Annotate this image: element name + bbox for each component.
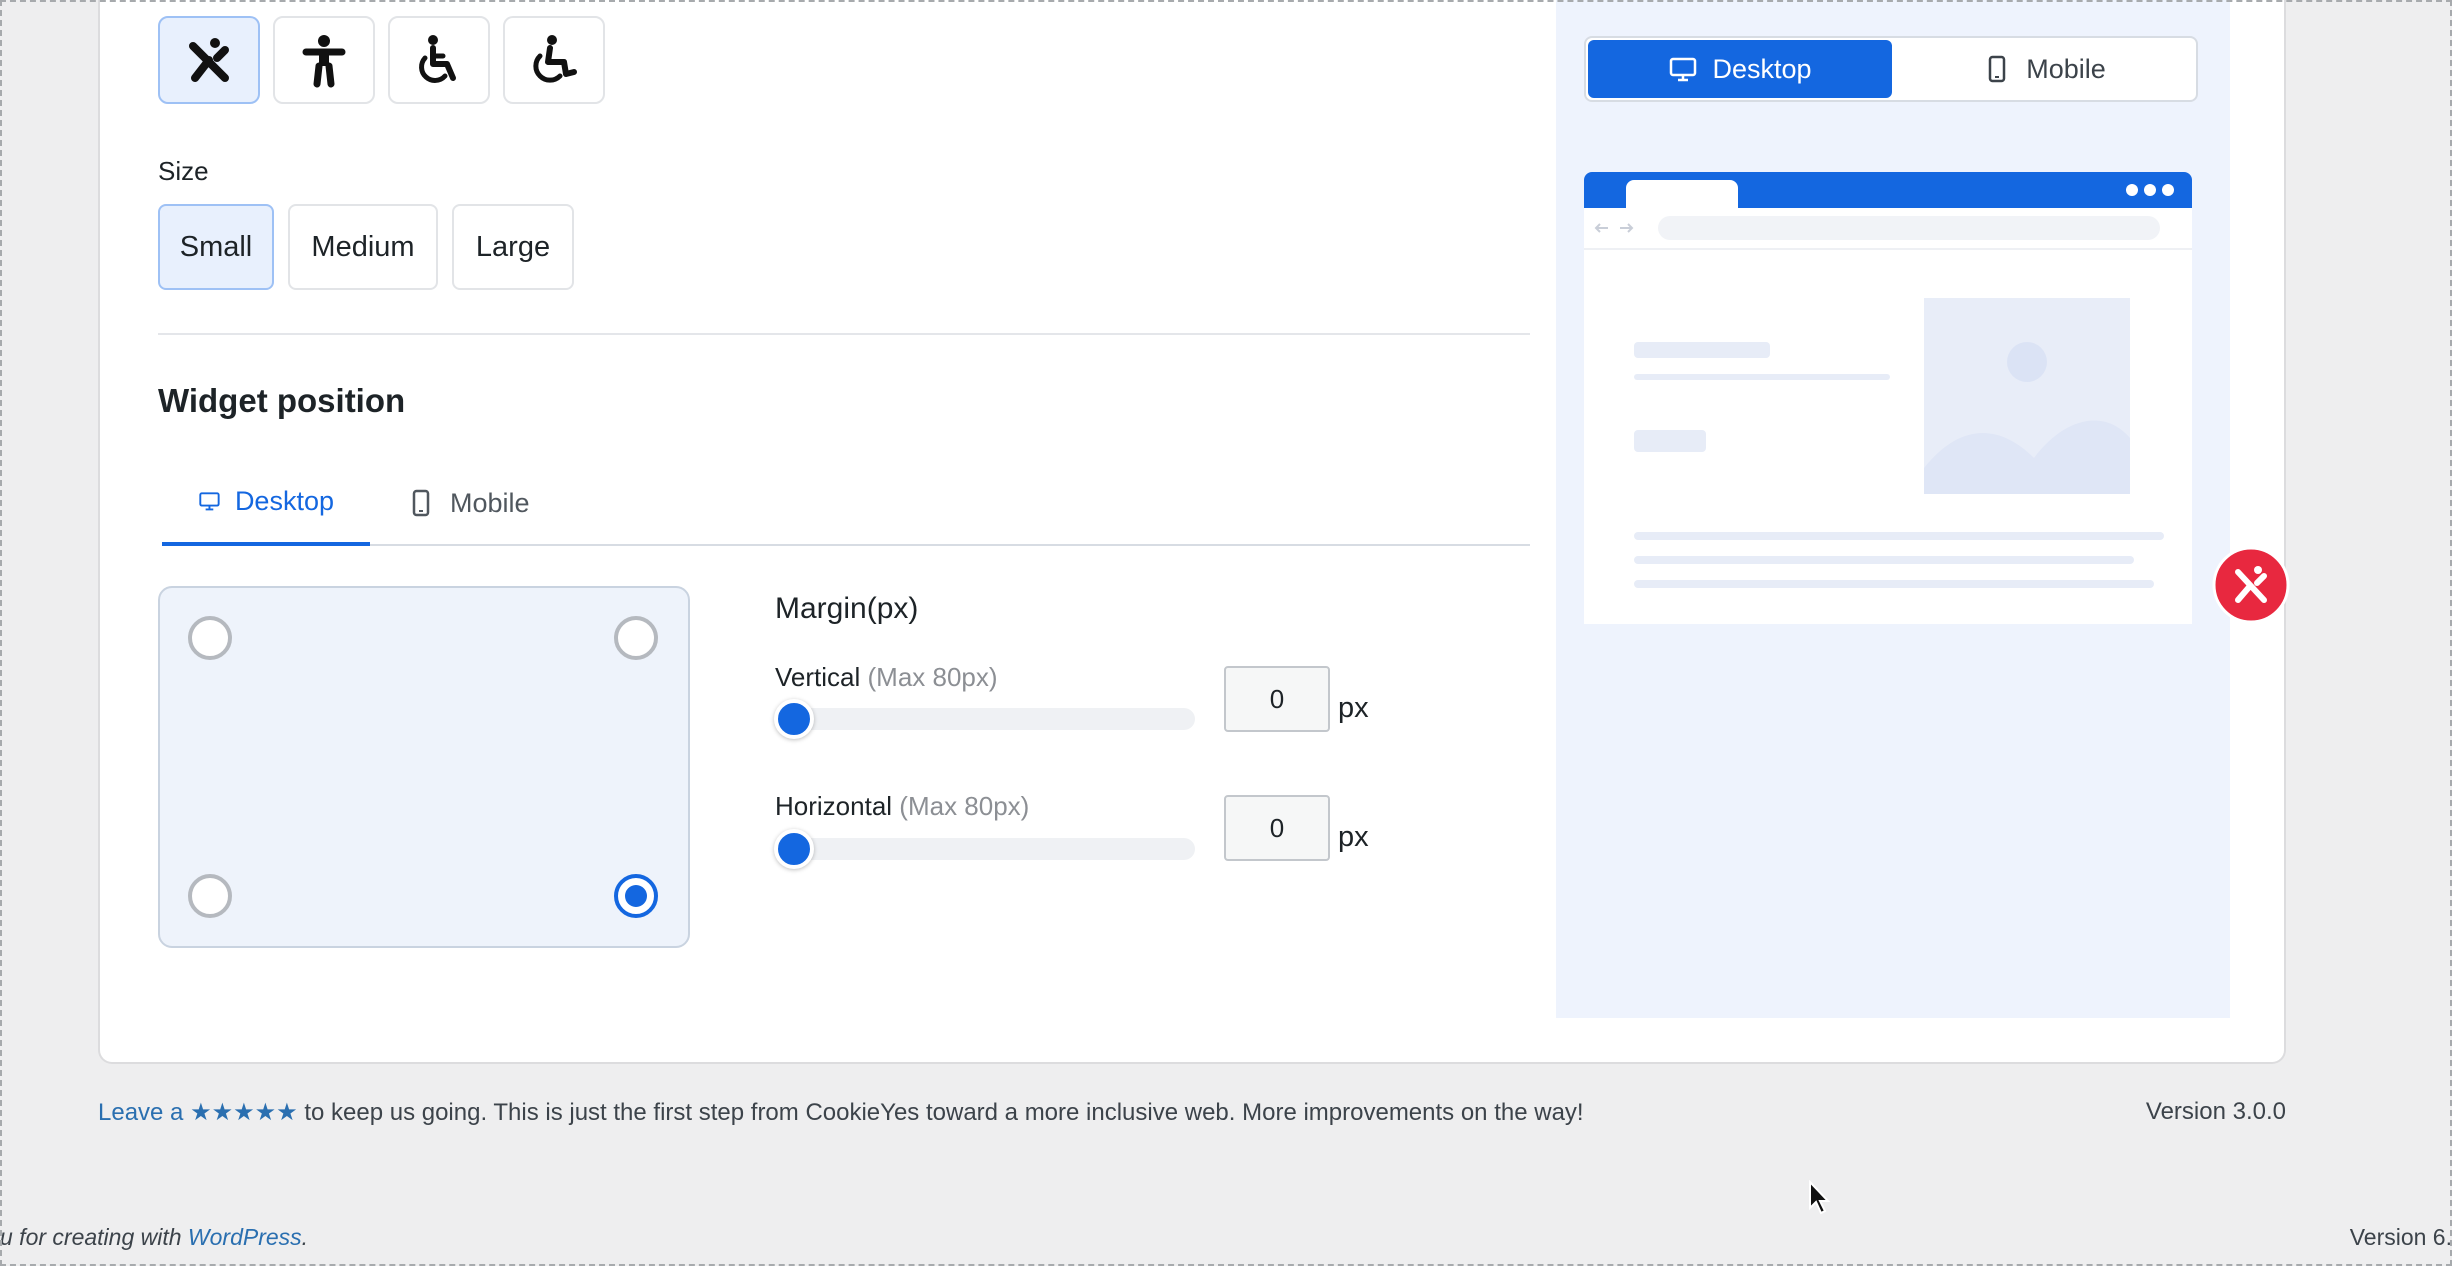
- widget-position-title: Widget position: [158, 382, 406, 419]
- placeholder-heading: [1634, 342, 1770, 358]
- browser-url-bar: [1658, 216, 2160, 240]
- tab-mobile-label: Mobile: [450, 487, 530, 518]
- desktop-icon: [1670, 57, 1697, 82]
- preview-desktop-button[interactable]: Desktop: [1588, 40, 1892, 98]
- desktop-icon: [199, 492, 220, 511]
- placeholder-image: [1924, 298, 2130, 494]
- size-medium-button[interactable]: Medium: [288, 204, 438, 290]
- footer-message-text: to keep us going. This is just the first…: [297, 1099, 1584, 1126]
- plugin-footer-message: Leave a ★★★★★ to keep us going. This is …: [98, 1098, 1584, 1127]
- placeholder-line: [1634, 374, 1890, 380]
- vertical-slider-thumb[interactable]: [774, 699, 814, 739]
- accessibility-widget-fab-icon[interactable]: [2212, 546, 2290, 624]
- size-label: Size: [158, 156, 209, 186]
- vertical-unit: px: [1338, 692, 1369, 724]
- browser-nav-arrows-icon: [1594, 223, 1634, 233]
- vertical-hint: (Max 80px): [867, 662, 998, 692]
- wheelchair-active-icon: [533, 35, 577, 83]
- horizontal-label: Horizontal (Max 80px): [775, 791, 1029, 822]
- size-large-button[interactable]: Large: [452, 204, 574, 290]
- vertical-label: Vertical (Max 80px): [775, 662, 998, 693]
- horizontal-slider-thumb[interactable]: [774, 829, 814, 869]
- browser-preview: [1584, 172, 2192, 624]
- preview-mobile-button[interactable]: Mobile: [1892, 40, 2196, 98]
- browser-tab: [1626, 180, 1738, 210]
- position-top-left-radio[interactable]: [188, 616, 232, 660]
- icon-option-person[interactable]: [273, 16, 375, 104]
- wordpress-link[interactable]: WordPress: [188, 1224, 302, 1250]
- plugin-version: Version 3.0.0: [2145, 1098, 2286, 1125]
- mobile-icon: [1988, 55, 2006, 83]
- tab-desktop[interactable]: Desktop: [162, 460, 370, 546]
- browser-menu-dots-icon: [2126, 184, 2174, 196]
- tab-mobile[interactable]: Mobile: [370, 460, 566, 546]
- accessibility-x-icon: [189, 38, 229, 82]
- mobile-icon: [412, 489, 430, 517]
- icon-option-accessibility-x[interactable]: [158, 16, 260, 104]
- leave-a-text: Leave a: [98, 1099, 184, 1126]
- preview-panel: Desktop Mobile: [1556, 0, 2290, 1018]
- placeholder-text-line: [1634, 556, 2134, 564]
- icon-option-wheelchair-active[interactable]: [503, 16, 605, 104]
- person-icon: [302, 35, 346, 88]
- placeholder-text-line: [1634, 580, 2154, 588]
- position-bottom-left-radio[interactable]: [188, 874, 232, 918]
- horizontal-unit: px: [1338, 821, 1369, 853]
- position-bottom-right-radio[interactable]: [614, 874, 658, 918]
- placeholder-text-line: [1634, 532, 2164, 540]
- vertical-label-text: Vertical: [775, 662, 861, 692]
- wheelchair-icon: [419, 35, 456, 83]
- mouse-cursor-icon: [1809, 1180, 1831, 1215]
- vertical-margin-input[interactable]: [1224, 666, 1330, 732]
- horizontal-hint: (Max 80px): [899, 791, 1030, 821]
- position-tabs: Desktop Mobile: [162, 460, 1530, 546]
- wp-thanks-period: .: [301, 1224, 309, 1250]
- wp-thanks-text: u for creating with: [0, 1224, 188, 1250]
- wp-footer-thanks: u for creating with WordPress.: [0, 1224, 308, 1251]
- margin-title: Margin(px): [775, 592, 919, 625]
- tab-desktop-label: Desktop: [234, 485, 334, 516]
- section-divider: [158, 333, 1530, 335]
- placeholder-button: [1634, 430, 1706, 452]
- horizontal-slider-track[interactable]: [775, 838, 1195, 860]
- horizontal-margin-input[interactable]: [1224, 795, 1330, 861]
- position-top-right-radio[interactable]: [614, 616, 658, 660]
- preview-mobile-label: Mobile: [2026, 53, 2106, 84]
- settings-card: Size Small Medium Large Widget position …: [98, 0, 2290, 1064]
- preview-device-toggle: Desktop Mobile: [1584, 36, 2198, 102]
- leave-rating-link[interactable]: Leave a ★★★★★: [98, 1099, 298, 1126]
- image-placeholder-icon: [1924, 342, 2130, 494]
- preview-desktop-label: Desktop: [1712, 53, 1812, 84]
- wp-version: Version 6.: [2349, 1224, 2452, 1250]
- icon-option-wheelchair[interactable]: [388, 16, 490, 104]
- horizontal-label-text: Horizontal: [775, 791, 893, 821]
- position-selector: [158, 586, 690, 948]
- vertical-slider-track[interactable]: [775, 708, 1195, 730]
- rating-stars: ★★★★★: [190, 1099, 298, 1126]
- size-small-button[interactable]: Small: [158, 204, 274, 290]
